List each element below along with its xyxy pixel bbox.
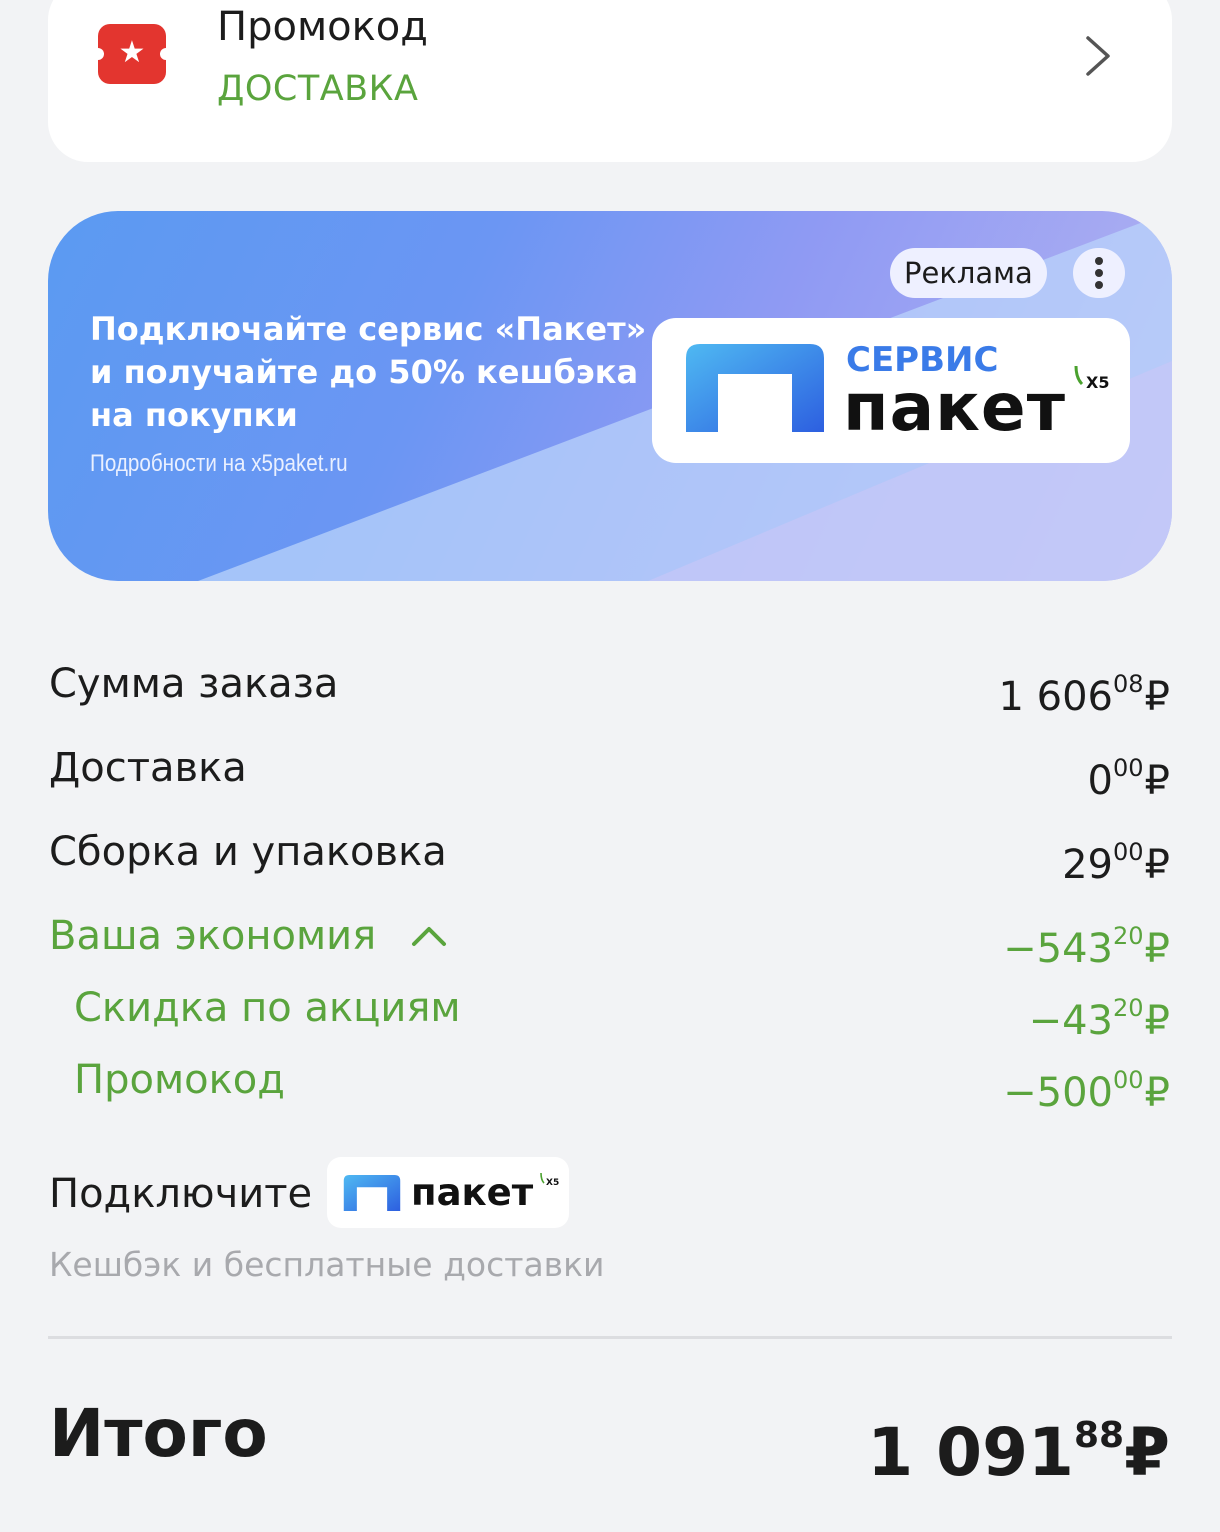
cashback-hint: Кешбэк и бесплатные доставки [49, 1245, 605, 1284]
promocode-label: Промокод [74, 1057, 285, 1103]
paket-chip-icon [343, 1175, 401, 1211]
savings-value: −54320₽ [1003, 922, 1170, 972]
discount-label: Скидка по акциям [74, 985, 461, 1031]
discount-value: −4320₽ [1028, 994, 1170, 1044]
packing-label: Сборка и упаковка [49, 829, 447, 875]
order-sum-label: Сумма заказа [49, 661, 339, 707]
ad-headline: Подключайте сервис «Пакет» и получайте д… [90, 310, 647, 434]
more-options-icon[interactable] [1073, 248, 1125, 298]
total-label: Итого [49, 1395, 268, 1472]
packing-value: 2900₽ [1062, 838, 1170, 888]
x5-small-icon: X5 [540, 1172, 559, 1188]
total-value: 1 09188₽ [867, 1414, 1170, 1491]
savings-toggle[interactable]: Ваша экономия [49, 910, 376, 962]
ad-label-badge: Реклама [890, 248, 1047, 298]
promo-subtitle: ДОСТАВКА [217, 69, 419, 109]
connect-label: Подключите [49, 1171, 313, 1217]
paket-chip-wordmark: пакет [411, 1171, 534, 1214]
divider [48, 1336, 1172, 1339]
coupon-star-icon: ★ [92, 24, 172, 84]
ad-details-link[interactable]: Подробности на x5paket.ru [90, 448, 348, 480]
order-summary-screen: ★ Промокод ДОСТАВКА Подключайте сервис «… [0, 0, 1220, 1532]
paket-logo-wordmark: пакет [843, 369, 1066, 446]
promo-title: Промокод [217, 4, 428, 50]
delivery-label: Доставка [49, 745, 247, 791]
order-sum-value: 1 60608₽ [998, 670, 1170, 720]
svg-text:X5: X5 [546, 1178, 559, 1188]
promocode-value: −50000₽ [1003, 1066, 1170, 1116]
delivery-value: 000₽ [1087, 754, 1170, 804]
chevron-right-icon[interactable] [1080, 34, 1120, 78]
chevron-up-icon[interactable] [410, 922, 448, 950]
svg-text:X5: X5 [1086, 373, 1109, 392]
x5-logo-icon: X5 [1074, 365, 1109, 392]
paket-logo-icon [686, 344, 824, 432]
